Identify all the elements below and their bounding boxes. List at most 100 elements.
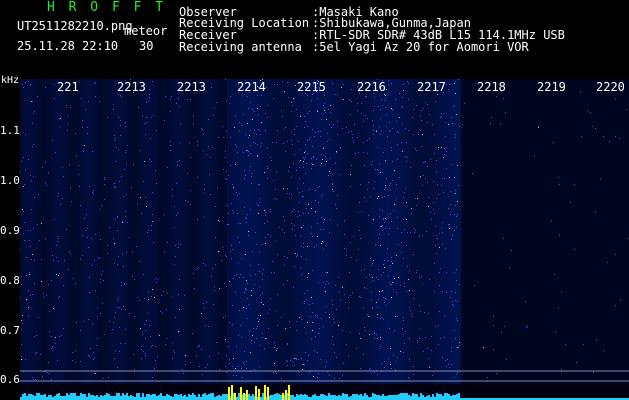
noise-speckle <box>231 203 232 204</box>
noise-speckle <box>284 265 285 266</box>
noise-speckle <box>350 242 351 243</box>
noise-speckle <box>307 360 308 361</box>
noise-speckle <box>176 103 177 104</box>
noise-speckle <box>397 144 398 145</box>
noise-speckle <box>412 117 413 118</box>
noise-speckle <box>359 333 360 334</box>
noise-speckle <box>449 228 450 229</box>
noise-speckle <box>417 340 418 341</box>
noise-speckle <box>270 211 271 212</box>
noise-speckle <box>138 107 139 108</box>
noise-speckle <box>266 87 267 88</box>
noise-speckle <box>313 376 314 377</box>
noise-speckle <box>527 326 528 327</box>
noise-speckle <box>34 336 35 337</box>
noise-speckle <box>609 141 610 142</box>
noise-speckle <box>378 279 379 280</box>
noise-speckle <box>261 95 262 96</box>
noise-speckle <box>305 151 306 152</box>
noise-speckle <box>583 344 584 345</box>
noise-speckle <box>96 345 97 346</box>
noise-speckle <box>458 185 459 186</box>
activity-bar <box>182 396 184 400</box>
noise-speckle <box>455 137 456 138</box>
noise-speckle <box>287 361 288 362</box>
activity-bar <box>164 396 166 400</box>
noise-speckle <box>262 333 263 334</box>
activity-bar <box>42 395 44 400</box>
noise-speckle <box>442 244 443 245</box>
noise-speckle <box>306 163 307 164</box>
activity-bar <box>132 396 134 400</box>
noise-speckle <box>246 222 247 223</box>
noise-column <box>215 79 218 384</box>
noise-speckle <box>371 265 372 266</box>
noise-speckle <box>427 182 428 183</box>
noise-speckle <box>346 344 347 345</box>
noise-speckle <box>33 176 34 177</box>
noise-speckle <box>368 182 369 183</box>
noise-speckle <box>334 378 335 379</box>
noise-speckle <box>82 127 83 128</box>
noise-speckle <box>409 378 410 379</box>
noise-column <box>71 79 74 384</box>
activity-bar <box>48 395 50 400</box>
noise-speckle <box>69 251 70 252</box>
noise-speckle <box>429 114 430 115</box>
noise-speckle <box>351 257 352 258</box>
noise-speckle <box>144 123 145 124</box>
noise-speckle <box>387 248 388 249</box>
noise-speckle <box>216 102 217 103</box>
noise-speckle <box>258 315 259 316</box>
noise-speckle <box>33 144 34 145</box>
noise-speckle <box>286 360 287 361</box>
noise-speckle <box>254 130 255 131</box>
noise-speckle <box>393 109 394 110</box>
noise-speckle <box>259 251 260 252</box>
noise-speckle <box>365 330 366 331</box>
noise-speckle <box>34 260 35 261</box>
noise-speckle <box>143 274 144 275</box>
noise-speckle <box>428 206 429 207</box>
activity-bar <box>178 395 180 400</box>
noise-speckle <box>197 177 198 178</box>
noise-speckle <box>396 292 397 293</box>
noise-speckle <box>376 334 377 335</box>
noise-speckle <box>311 163 312 164</box>
activity-bar <box>274 394 276 400</box>
noise-speckle <box>237 237 238 238</box>
noise-column <box>245 79 248 384</box>
noise-speckle <box>309 304 310 305</box>
noise-speckle <box>417 198 418 199</box>
activity-bar <box>342 393 344 400</box>
noise-column <box>194 79 197 384</box>
noise-speckle <box>422 185 423 186</box>
noise-speckle <box>236 274 237 275</box>
noise-speckle <box>356 348 357 349</box>
noise-speckle <box>405 128 406 129</box>
activity-bar <box>60 396 62 400</box>
noise-speckle <box>381 226 382 227</box>
noise-speckle <box>185 200 186 201</box>
noise-speckle <box>254 111 255 112</box>
noise-speckle <box>346 255 347 256</box>
noise-speckle <box>247 123 248 124</box>
noise-speckle <box>92 151 93 152</box>
noise-speckle <box>455 300 456 301</box>
noise-column <box>587 79 590 384</box>
noise-column <box>488 79 491 384</box>
noise-column <box>167 79 170 384</box>
noise-speckle <box>215 237 216 238</box>
noise-speckle <box>260 106 261 107</box>
noise-speckle <box>322 241 323 242</box>
noise-speckle <box>53 308 54 309</box>
noise-column <box>512 79 515 384</box>
noise-speckle <box>117 217 118 218</box>
activity-bar <box>364 393 366 400</box>
noise-speckle <box>185 364 186 365</box>
noise-speckle <box>253 328 254 329</box>
noise-speckle <box>444 148 445 149</box>
noise-speckle <box>379 164 380 165</box>
noise-speckle <box>420 311 421 312</box>
noise-speckle <box>33 379 34 380</box>
